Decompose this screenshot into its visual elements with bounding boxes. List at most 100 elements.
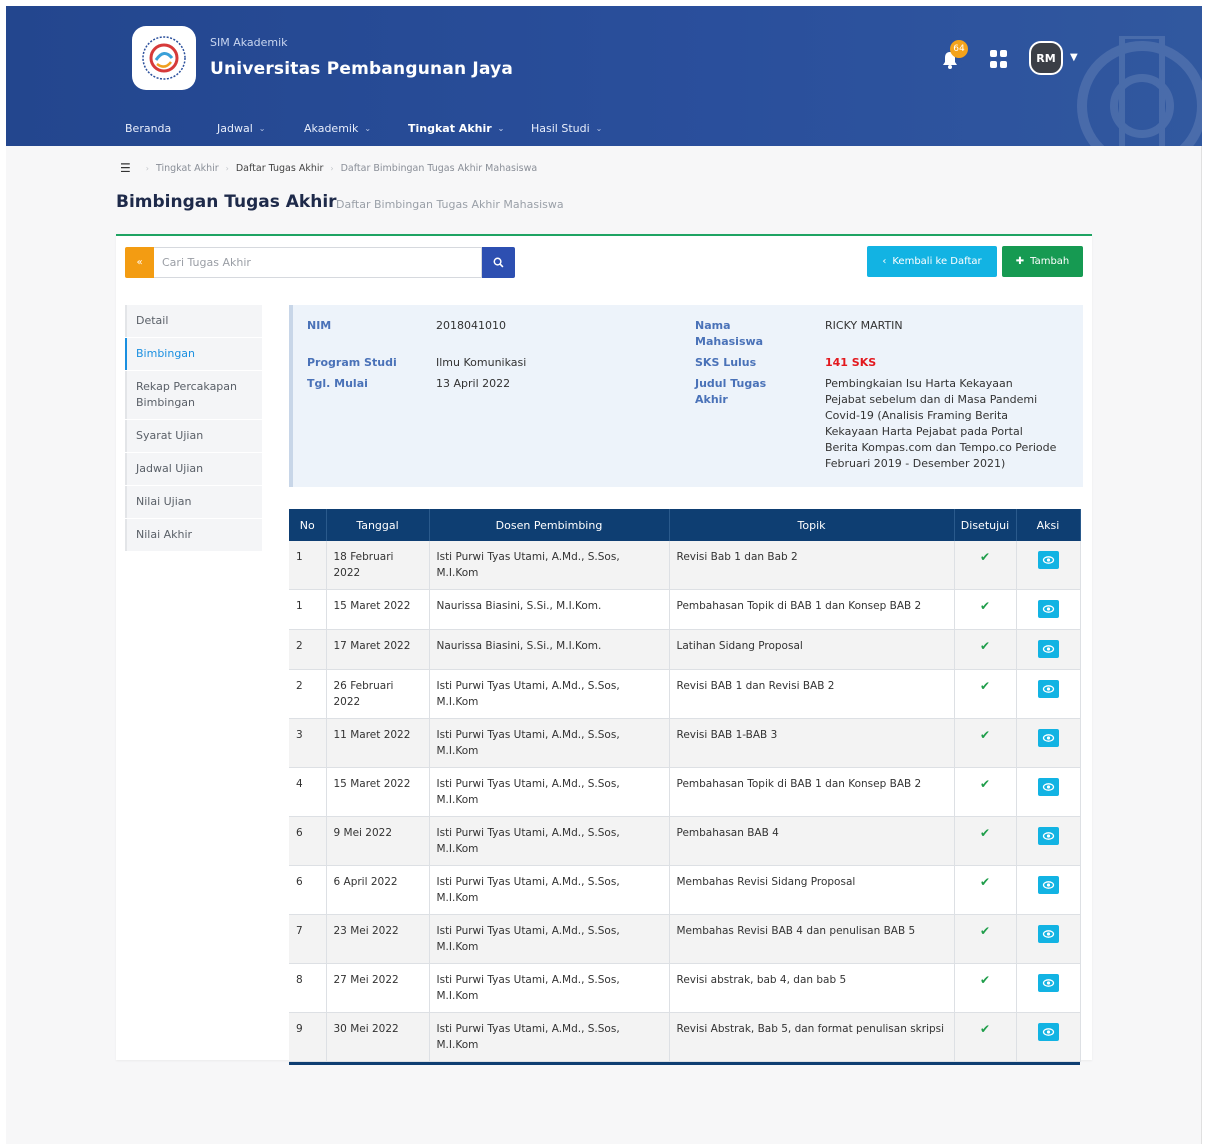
table-row: 66 April 2022 Isti Purwi Tyas Utami, A.Md…: [289, 865, 1081, 915]
eye-icon: [1042, 881, 1054, 889]
main-nav: Beranda Jadwal ⌄ Akademik ⌄ Tingkat Akhi…: [6, 112, 1202, 146]
side-item-rekap-percakapan[interactable]: Rekap Percakapan Bimbingan: [125, 371, 262, 419]
nama-value: RICKY MARTIN: [825, 319, 903, 332]
view-detail-button[interactable]: [1037, 925, 1059, 943]
view-detail-button[interactable]: [1037, 551, 1059, 569]
row-dosen-cell: Isti Purwi Tyas Utami, A.Md., S.Sos, M.I…: [429, 963, 670, 1013]
prodi-value: Ilmu Komunikasi: [436, 356, 527, 369]
row-topik-cell: Pembahasan BAB 4: [669, 816, 955, 866]
row-topik-cell: Revisi BAB 1-BAB 3: [669, 718, 955, 768]
column-header[interactable]: Disetujui: [954, 509, 1017, 541]
back-to-list-button[interactable]: ‹ Kembali ke Daftar: [867, 246, 997, 277]
row-topik-cell: Revisi BAB 1 dan Revisi BAB 2: [669, 669, 955, 719]
side-item-detail[interactable]: Detail: [125, 305, 262, 337]
row-topik-cell: Revisi abstrak, bab 4, dan bab 5: [669, 963, 955, 1013]
eye-icon: [1042, 1028, 1054, 1036]
row-aksi-cell: [1016, 767, 1081, 817]
nav-item-label: Akademik: [304, 122, 359, 135]
side-item-bimbingan[interactable]: Bimbingan: [125, 338, 262, 370]
row-tanggal-cell: 17 Maret 2022: [326, 629, 430, 670]
side-item-jadwal-ujian[interactable]: Jadwal Ujian: [125, 453, 262, 485]
view-detail-button[interactable]: [1037, 778, 1059, 796]
chevron-down-icon: ⌄: [595, 124, 603, 133]
nim-label: NIM: [307, 319, 332, 332]
row-no-cell: 2: [289, 669, 327, 719]
row-no-cell: 8: [289, 963, 327, 1013]
column-header[interactable]: Tanggal: [326, 509, 430, 541]
table-row: 1 15 Maret 2022 Naurissa Biasini, S.Si., M…: [289, 589, 1081, 630]
view-detail-button[interactable]: [1037, 974, 1059, 992]
nav-item-tingkat-akhir[interactable]: Tingkat Akhir ⌄: [408, 122, 504, 135]
back-button[interactable]: «: [125, 247, 154, 278]
view-detail-button[interactable]: [1037, 729, 1059, 747]
eye-icon: [1042, 979, 1054, 987]
row-topik-cell: Membahas Revisi BAB 4 dan penulisan BAB …: [669, 914, 955, 964]
table-row: 8 27 Mei 2022 Isti Purwi Tyas Utami, A.Md.…: [289, 963, 1081, 1013]
column-header[interactable]: Dosen Pembimbing: [429, 509, 670, 541]
view-detail-button[interactable]: [1037, 827, 1059, 845]
approved-check-icon: ✔: [979, 875, 991, 889]
column-header[interactable]: Topik: [669, 509, 955, 541]
row-no-cell: 2: [289, 629, 327, 670]
menu-toggle-icon[interactable]: ☰: [120, 161, 131, 175]
row-tanggal-cell: 18 Februari 2022: [326, 541, 430, 590]
table-row: 3 11 Maret 2022 Isti Purwi Tyas Utami, A.M…: [289, 718, 1081, 768]
university-name: Universitas Pembangunan Jaya: [210, 59, 514, 79]
view-detail-button[interactable]: [1037, 1023, 1059, 1041]
approved-check-icon: ✔: [979, 728, 991, 742]
side-item-nilai-akhir[interactable]: Nilai Akhir: [125, 519, 262, 551]
row-tanggal-cell: 23 Mei 2022: [326, 914, 430, 964]
side-item-syarat-ujian[interactable]: Syarat Ujian: [125, 420, 262, 452]
user-avatar[interactable]: RM: [1029, 41, 1063, 75]
search-button[interactable]: [482, 247, 515, 278]
row-topik-cell: Pembahasan Topik di BAB 1 dan Konsep BAB…: [669, 589, 955, 630]
row-no-cell: 7: [289, 914, 327, 964]
row-dosen-cell: Isti Purwi Tyas Utami, A.Md., S.Sos, M.I…: [429, 914, 670, 964]
row-no-cell: 6: [289, 865, 327, 915]
approved-check-icon: ✔: [979, 973, 991, 987]
row-disetujui-cell: ✔: [954, 589, 1017, 630]
row-tanggal-cell: 30 Mei 2022: [326, 1012, 430, 1062]
eye-icon: [1042, 605, 1054, 613]
university-logo[interactable]: [132, 26, 196, 90]
breadcrumb-item[interactable]: Daftar Tugas Akhir: [236, 163, 324, 174]
sks-label: SKS Lulus: [695, 356, 757, 369]
view-detail-button[interactable]: [1037, 876, 1059, 894]
nav-item-hasil-studi[interactable]: Hasil Studi ⌄: [531, 122, 602, 135]
row-no-cell: 4: [289, 767, 327, 817]
view-detail-button[interactable]: [1037, 600, 1059, 618]
user-menu-caret-icon[interactable]: ▼: [1070, 52, 1078, 63]
sks-value: 141 SKS: [825, 356, 877, 369]
view-detail-button[interactable]: [1037, 640, 1059, 658]
nav-item-beranda[interactable]: Beranda: [125, 122, 171, 135]
row-no-cell: 1: [289, 589, 327, 630]
bimbingan-table-container: No Tanggal Dosen Pembimbing Topik Disetu…: [289, 509, 1083, 1076]
approved-check-icon: ✔: [979, 924, 991, 938]
add-button[interactable]: ✚ Tambah: [1002, 246, 1083, 277]
nav-item-jadwal[interactable]: Jadwal ⌄: [217, 122, 265, 135]
top-header: SIM Akademik Universitas Pembangunan Jay…: [6, 6, 1202, 146]
column-header[interactable]: No: [289, 509, 327, 541]
row-disetujui-cell: ✔: [954, 816, 1017, 866]
bimbingan-table: No Tanggal Dosen Pembimbing Topik Disetu…: [289, 509, 1081, 1062]
breadcrumb-separator: ›: [330, 163, 334, 173]
eye-icon: [1042, 783, 1054, 791]
table-body: 1 18 Februari 2022 Isti Purwi Tyas Utami, …: [289, 541, 1081, 1062]
row-aksi-cell: [1016, 1012, 1081, 1062]
row-aksi-cell: [1016, 589, 1081, 630]
row-tanggal-cell: 11 Maret 2022: [326, 718, 430, 768]
row-aksi-cell: [1016, 963, 1081, 1013]
side-item-nilai-ujian[interactable]: Nilai Ujian: [125, 486, 262, 518]
apps-grid-icon[interactable]: [990, 50, 1008, 68]
approved-check-icon: ✔: [979, 550, 991, 564]
nav-item-akademik[interactable]: Akademik ⌄: [304, 122, 371, 135]
row-aksi-cell: [1016, 541, 1081, 590]
app-frame: SIM Akademik Universitas Pembangunan Jay…: [6, 6, 1202, 1144]
view-detail-button[interactable]: [1037, 680, 1059, 698]
footer-strip: [102, 1068, 1106, 1084]
notification-count-badge: 64: [950, 40, 968, 58]
breadcrumb-item[interactable]: Tingkat Akhir: [156, 163, 219, 174]
eye-icon: [1042, 556, 1054, 564]
app-subtitle: SIM Akademik: [210, 36, 288, 49]
search-input[interactable]: [154, 247, 482, 278]
